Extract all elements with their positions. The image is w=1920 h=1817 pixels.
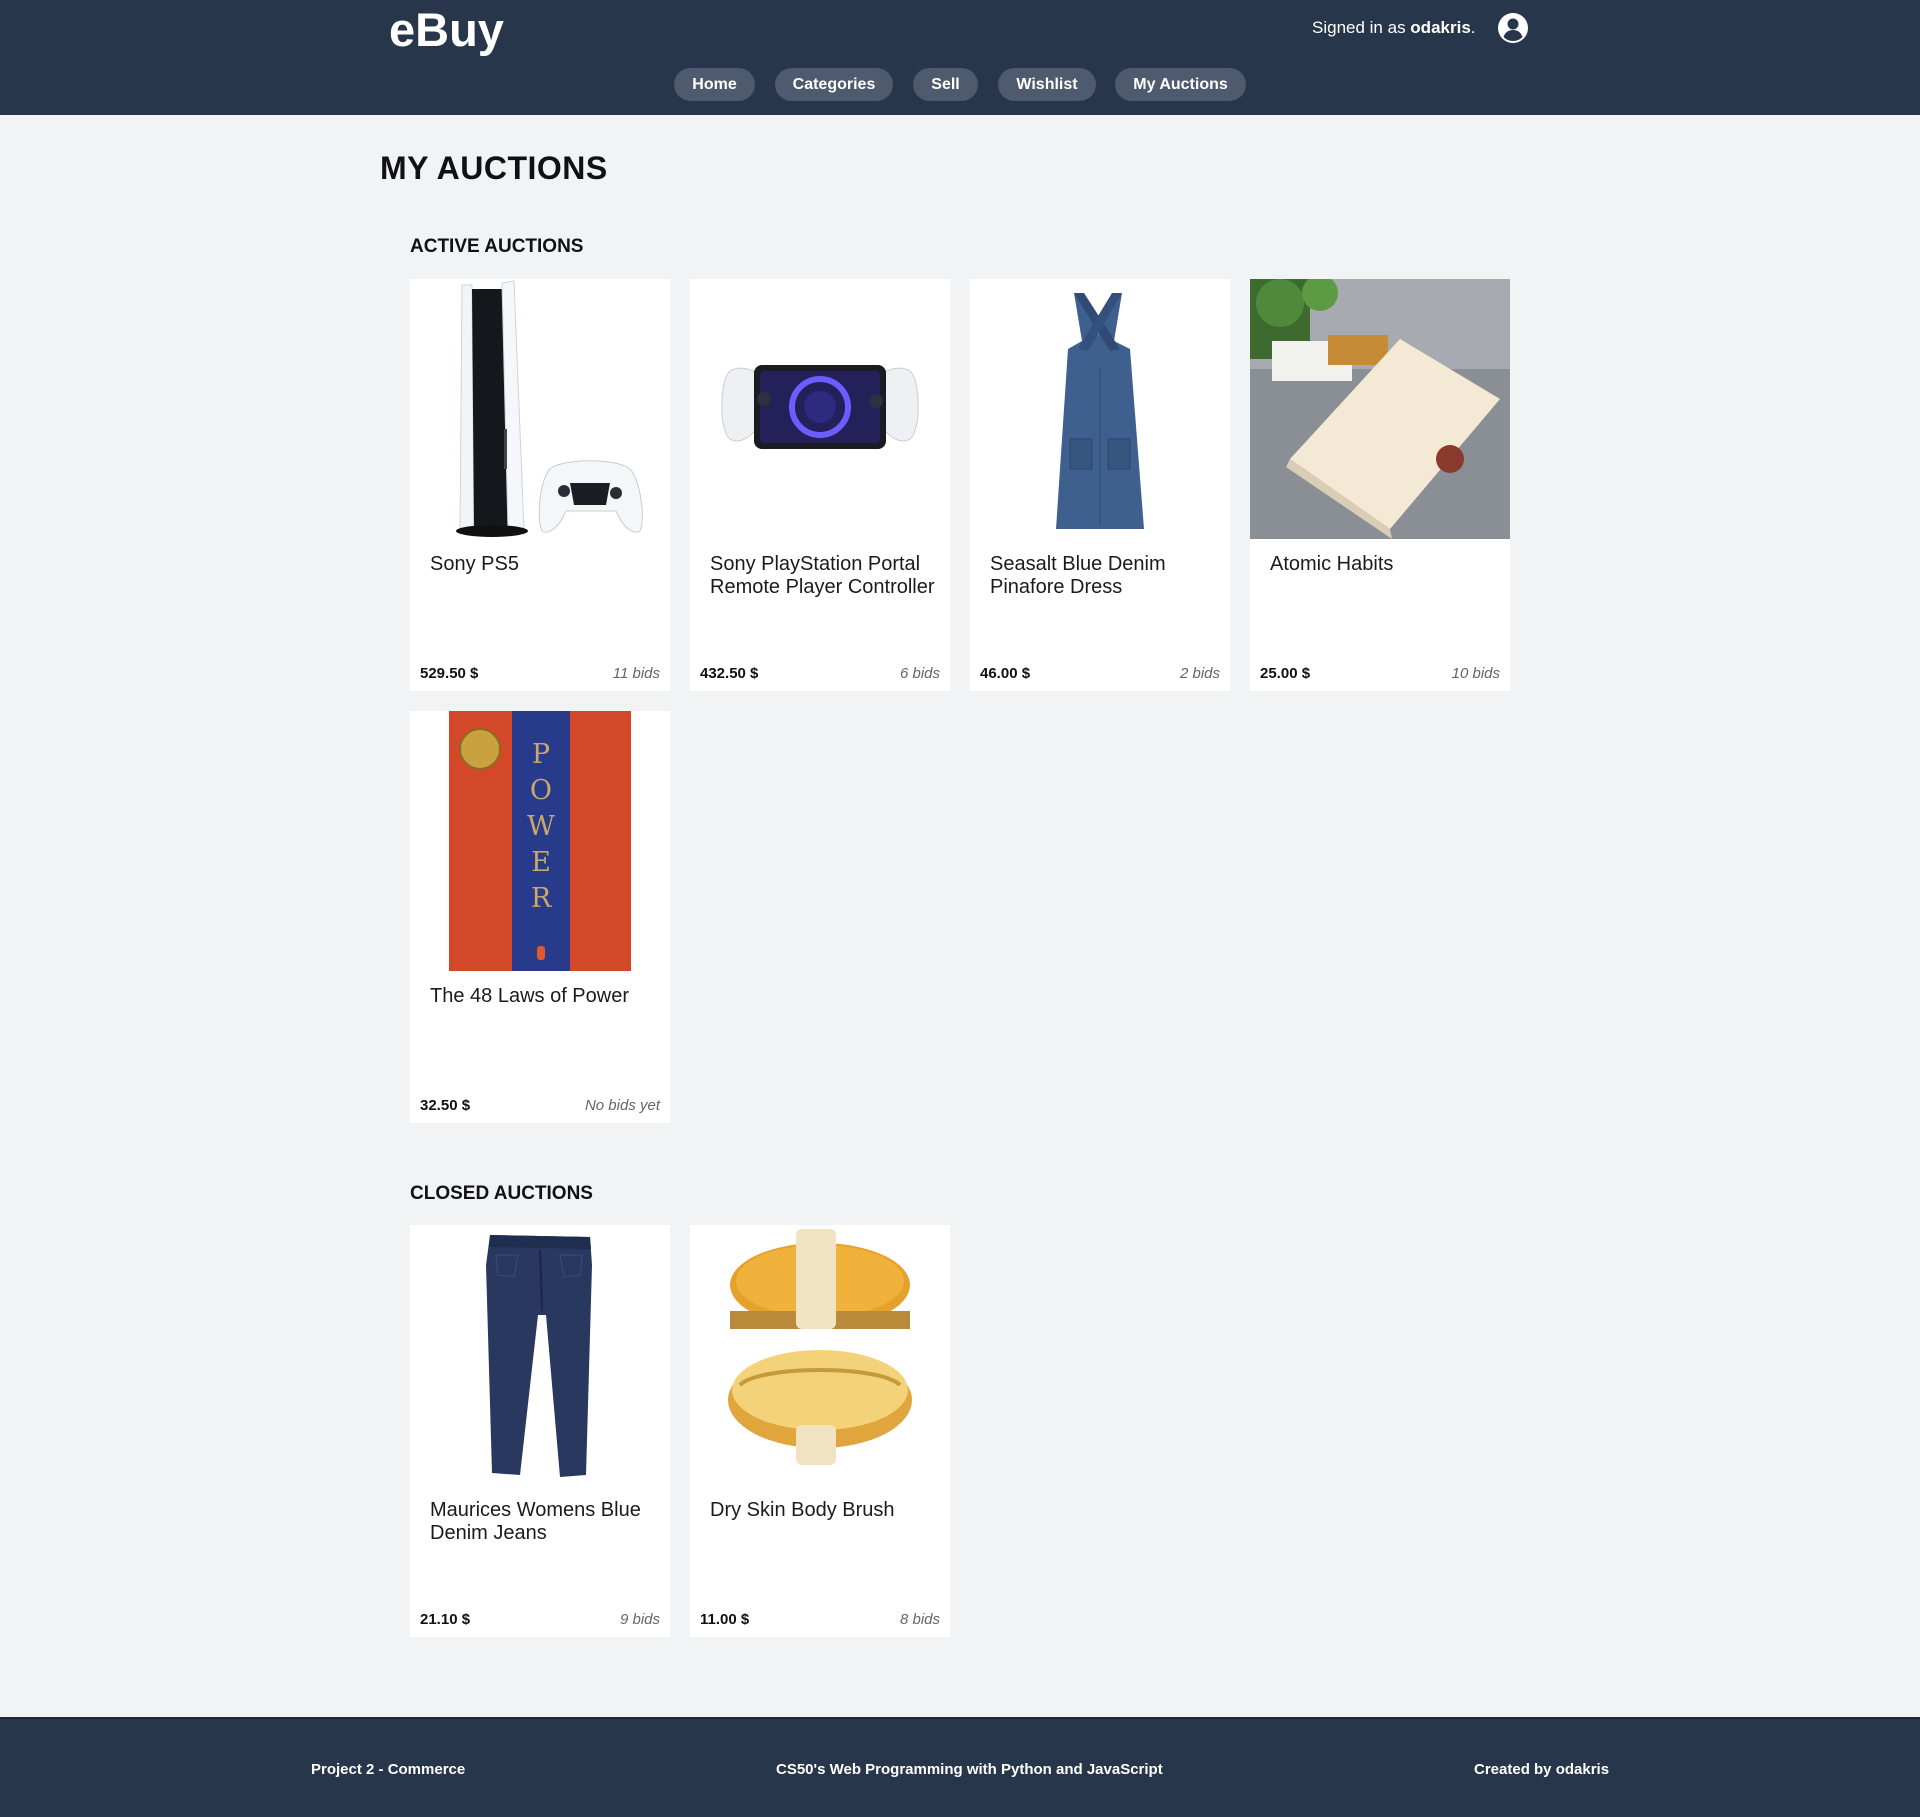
nav-wishlist[interactable]: Wishlist bbox=[998, 68, 1096, 101]
auction-card[interactable]: Seasalt Blue Denim Pinafore Dress 46.00 … bbox=[970, 279, 1230, 691]
auction-title: Sony PS5 bbox=[430, 553, 519, 575]
auction-card[interactable]: Sony PlayStation Portal Remote Player Co… bbox=[690, 279, 950, 691]
signed-in-prefix: Signed in as bbox=[1312, 18, 1411, 37]
footer-author: Created by odakris bbox=[1474, 1761, 1610, 1778]
power-letter: E bbox=[531, 847, 551, 878]
auction-card[interactable]: Sony PS5 529.50 $ 11 bids bbox=[410, 279, 670, 691]
power-letter: R bbox=[531, 883, 552, 914]
auction-price: 25.00 $ bbox=[1260, 665, 1311, 682]
auction-title: Dry Skin Body Brush bbox=[710, 1499, 895, 1521]
body-brush-image bbox=[690, 1225, 950, 1485]
auction-title: Maurices Womens Blue Denim Jeans bbox=[430, 1499, 641, 1544]
auction-card[interactable]: Atomic Habits 25.00 $ 10 bids bbox=[1250, 279, 1510, 691]
footer-project: Project 2 - Commerce bbox=[311, 1761, 466, 1778]
nav-home[interactable]: Home bbox=[674, 68, 755, 101]
active-auctions-heading: ACTIVE AUCTIONS bbox=[410, 236, 584, 257]
power-letter: P bbox=[532, 739, 550, 770]
ps5-console-image bbox=[410, 279, 670, 539]
auction-bids: 2 bids bbox=[1179, 665, 1220, 682]
auction-bids: 8 bids bbox=[899, 1611, 940, 1628]
site-footer: Project 2 - Commerce CS50's Web Programm… bbox=[0, 1717, 1920, 1817]
username: odakris bbox=[1410, 18, 1471, 37]
48-laws-book-image: P O W E R bbox=[410, 711, 670, 971]
site-header: eBuy Signed in as odakris. Home Categori… bbox=[0, 0, 1920, 115]
auction-bids: No bids yet bbox=[584, 1097, 660, 1114]
auction-price: 529.50 $ bbox=[420, 665, 479, 682]
atomic-habits-book-image bbox=[1250, 279, 1510, 539]
power-letter: O bbox=[530, 775, 552, 806]
user-account-icon[interactable] bbox=[1497, 12, 1529, 44]
auction-price: 46.00 $ bbox=[980, 665, 1031, 682]
auction-title: The 48 Laws of Power bbox=[430, 985, 629, 1007]
auction-price: 21.10 $ bbox=[420, 1611, 471, 1628]
power-letter: W bbox=[527, 811, 555, 842]
auction-price: 11.00 $ bbox=[700, 1611, 750, 1628]
nav-categories[interactable]: Categories bbox=[775, 68, 893, 101]
auction-card[interactable]: Maurices Womens Blue Denim Jeans 21.10 $… bbox=[410, 1225, 670, 1637]
signed-in-text: Signed in as odakris. bbox=[1312, 18, 1476, 38]
nav-my-auctions[interactable]: My Auctions bbox=[1115, 68, 1246, 101]
site-logo[interactable]: eBuy bbox=[389, 2, 504, 57]
auction-title: Sony PlayStation Portal Remote Player Co… bbox=[710, 553, 935, 598]
auction-bids: 9 bids bbox=[619, 1611, 660, 1628]
auction-bids: 11 bids bbox=[612, 665, 660, 682]
closed-auctions-heading: CLOSED AUCTIONS bbox=[410, 1183, 593, 1204]
footer-course: CS50's Web Programming with Python and J… bbox=[776, 1761, 1163, 1778]
page-title: MY AUCTIONS bbox=[380, 150, 608, 186]
auction-price: 32.50 $ bbox=[420, 1097, 471, 1114]
denim-dress-image bbox=[970, 279, 1230, 539]
signed-in-suffix: . bbox=[1470, 18, 1476, 37]
auction-price: 432.50 $ bbox=[700, 665, 759, 682]
auction-title: Seasalt Blue Denim Pinafore Dress bbox=[990, 553, 1166, 598]
nav-sell[interactable]: Sell bbox=[913, 68, 978, 101]
auction-bids: 6 bids bbox=[899, 665, 940, 682]
playstation-portal-image bbox=[690, 279, 950, 539]
auction-title: Atomic Habits bbox=[1270, 553, 1394, 575]
auction-card[interactable]: P O W E R The 48 Laws of Power 32.50 $ N… bbox=[410, 711, 670, 1123]
auction-card[interactable]: Dry Skin Body Brush 11.00 $ 8 bids bbox=[690, 1225, 950, 1637]
auction-bids: 10 bids bbox=[1451, 665, 1500, 682]
main-nav: Home Categories Sell Wishlist My Auction… bbox=[0, 68, 1920, 102]
denim-jeans-image bbox=[410, 1225, 670, 1485]
